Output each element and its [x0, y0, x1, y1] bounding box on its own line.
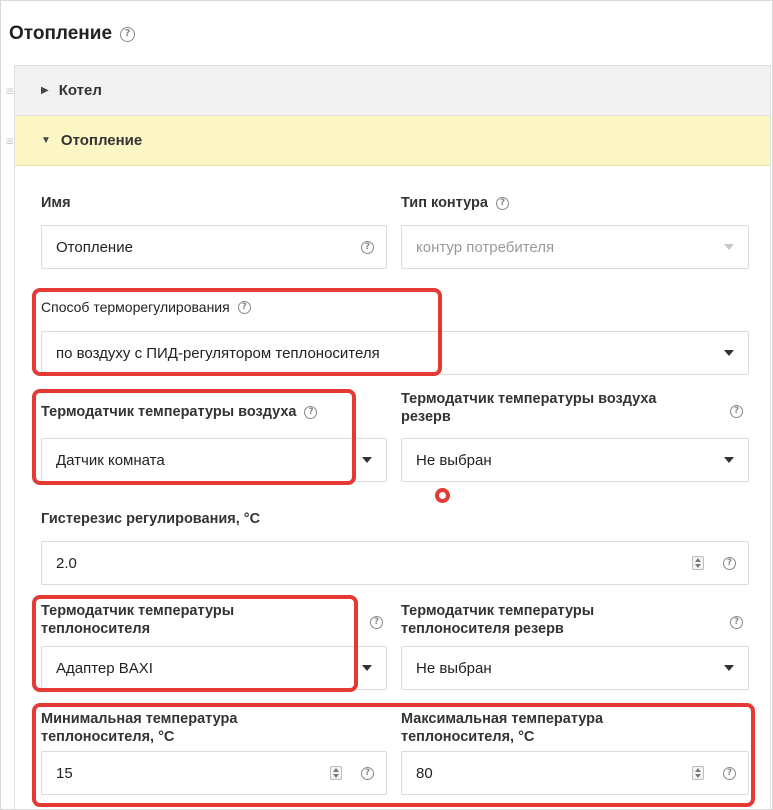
min-temp-label-line2: теплоносителя, °C — [41, 729, 175, 745]
coolant-sensor-reserve-value: Не выбран — [416, 659, 492, 677]
chevron-down-icon — [362, 665, 372, 671]
air-sensor-reserve-select[interactable]: Не выбран — [401, 438, 749, 482]
air-sensor-reserve-label-line1: Термодатчик температуры воздуха — [401, 391, 657, 407]
number-spinner-icon[interactable] — [692, 766, 704, 780]
regulation-method-label-row: Способ терморегулирования ? — [41, 298, 251, 316]
chevron-down-icon — [724, 244, 734, 250]
help-icon[interactable]: ? — [730, 405, 743, 418]
hysteresis-label: Гистерезис регулирования, °C — [41, 511, 261, 527]
coolant-sensor-select[interactable]: Адаптер BAXI — [41, 646, 387, 690]
help-icon[interactable]: ? — [361, 240, 374, 254]
circuit-type-value: контур потребителя — [416, 238, 555, 256]
circuit-type-label-row: Тип контура ? — [401, 194, 509, 212]
coolant-sensor-label: Термодатчик температуры теплоносителя — [41, 602, 341, 638]
air-sensor-reserve-label-line2: резерв — [401, 409, 451, 425]
coolant-sensor-reserve-select[interactable]: Не выбран — [401, 646, 749, 690]
name-label: Имя — [41, 195, 71, 211]
chevron-down-icon — [362, 457, 372, 463]
hysteresis-input[interactable]: 2.0 ? — [41, 541, 749, 585]
coolant-sensor-label-line1: Термодатчик температуры — [41, 603, 235, 619]
coolant-sensor-reserve-label: Термодатчик температуры теплоносителя ре… — [401, 602, 701, 638]
min-temp-value: 15 — [56, 764, 73, 782]
name-value: Отопление — [56, 238, 133, 256]
coolant-sensor-reserve-label-line1: Термодатчик температуры — [401, 603, 595, 619]
min-temp-input[interactable]: 15 ? — [41, 751, 387, 795]
highlight-ring-marker — [435, 488, 450, 503]
regulation-method-select[interactable]: по воздуху с ПИД-регулятором теплоносите… — [41, 331, 749, 375]
name-input[interactable]: Отопление ? — [41, 225, 387, 269]
help-icon[interactable]: ? — [120, 26, 136, 42]
accordion-label-kotel: Котел — [58, 82, 102, 99]
drag-handle-icon[interactable]: ≡ — [6, 133, 14, 148]
coolant-sensor-value: Адаптер BAXI — [56, 659, 153, 677]
air-sensor-label-row: Термодатчик температуры воздуха ? — [41, 403, 318, 421]
coolant-sensor-label-line2: теплоносителя — [41, 621, 151, 637]
min-temp-label-line1: Минимальная температура — [41, 711, 238, 727]
help-icon[interactable]: ? — [495, 196, 509, 210]
triangle-right-icon: ▶ — [41, 85, 49, 96]
help-icon[interactable]: ? — [361, 766, 374, 780]
max-temp-label-line1: Максимальная температура — [401, 711, 604, 727]
regulation-method-value: по воздуху с ПИД-регулятором теплоносите… — [56, 344, 380, 362]
max-temp-label-line2: теплоносителя, °C — [401, 729, 535, 745]
triangle-down-icon: ▼ — [41, 135, 51, 146]
page-title-row: Отопление ? — [9, 23, 136, 45]
regulation-method-label: Способ терморегулирования — [41, 299, 230, 315]
accordion-label-otoplenie: Отопление — [60, 132, 143, 149]
page-title: Отопление — [9, 23, 113, 44]
chevron-down-icon — [724, 350, 734, 356]
help-icon[interactable]: ? — [237, 300, 251, 314]
circuit-type-label: Тип контура — [401, 195, 488, 211]
chevron-down-icon — [724, 665, 734, 671]
help-icon[interactable]: ? — [723, 766, 736, 780]
help-icon[interactable]: ? — [723, 556, 736, 570]
number-spinner-icon[interactable] — [692, 556, 704, 570]
help-icon[interactable]: ? — [730, 616, 743, 629]
air-sensor-value: Датчик комната — [56, 451, 165, 469]
max-temp-input[interactable]: 80 ? — [401, 751, 749, 795]
circuit-type-select: контур потребителя — [401, 225, 749, 269]
settings-panel: Отопление ? ≡ ▶ Котел ≡ ▼ Отопление Имя … — [0, 0, 773, 810]
coolant-sensor-reserve-label-line2: теплоносителя резерв — [401, 621, 564, 637]
min-temp-label: Минимальная температура теплоносителя, °… — [41, 710, 371, 746]
chevron-down-icon — [724, 457, 734, 463]
max-temp-label: Максимальная температура теплоносителя, … — [401, 710, 731, 746]
max-temp-value: 80 — [416, 764, 433, 782]
air-sensor-reserve-label: Термодатчик температуры воздуха резерв — [401, 390, 701, 426]
accordion-header-kotel[interactable]: ≡ ▶ Котел — [6, 66, 770, 116]
air-sensor-select[interactable]: Датчик комната — [41, 438, 387, 482]
air-sensor-label: Термодатчик температуры воздуха — [41, 404, 297, 420]
hysteresis-value: 2.0 — [56, 554, 77, 572]
number-spinner-icon[interactable] — [330, 766, 342, 780]
drag-handle-icon[interactable]: ≡ — [6, 83, 14, 98]
help-icon[interactable]: ? — [370, 616, 383, 629]
air-sensor-reserve-value: Не выбран — [416, 451, 492, 469]
accordion-header-otoplenie[interactable]: ≡ ▼ Отопление — [6, 116, 770, 166]
help-icon[interactable]: ? — [304, 405, 318, 419]
